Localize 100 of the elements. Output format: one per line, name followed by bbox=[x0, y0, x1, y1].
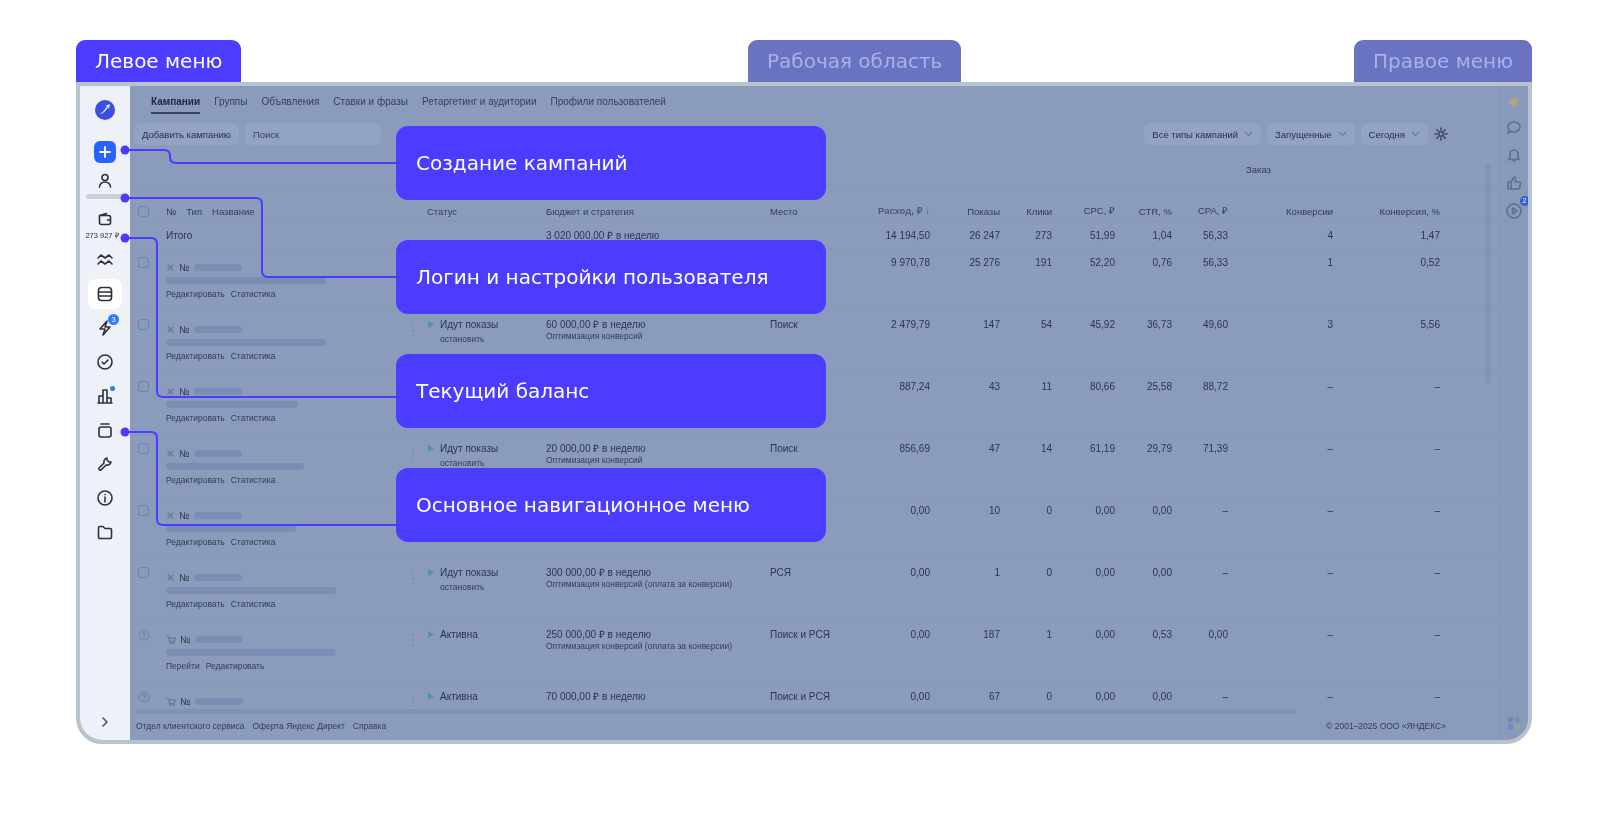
row-link[interactable]: Редактировать bbox=[166, 475, 225, 485]
right-menu-item[interactable] bbox=[1504, 202, 1523, 220]
column-header[interactable]: Место bbox=[770, 206, 798, 217]
column-header[interactable]: Конверсия, % bbox=[1379, 206, 1440, 217]
filter-dropdown[interactable]: Сегодня bbox=[1360, 123, 1428, 145]
row-checkbox[interactable] bbox=[138, 567, 149, 578]
tab[interactable]: Кампании bbox=[151, 90, 201, 114]
row-checkbox[interactable] bbox=[138, 319, 149, 330]
table-icon bbox=[96, 285, 114, 303]
filter-dropdown[interactable]: Запущенные bbox=[1267, 123, 1355, 145]
table-cell: 856,69 bbox=[899, 443, 930, 454]
wallet-icon[interactable] bbox=[97, 211, 113, 227]
column-header[interactable]: Расход, ₽ ↓ bbox=[877, 204, 930, 217]
stop-link[interactable]: остановить bbox=[440, 458, 485, 469]
column-header[interactable]: Бюджет и стратегия bbox=[546, 206, 634, 217]
table-cell: 26 247 bbox=[969, 229, 1000, 241]
row-link[interactable]: Редактировать bbox=[166, 599, 225, 609]
table-cell: – bbox=[1434, 691, 1440, 702]
chevron-down-icon bbox=[1411, 131, 1420, 137]
play-status-icon bbox=[427, 320, 435, 329]
tab[interactable]: Профили пользователей bbox=[550, 90, 666, 114]
placement-text: Поиск bbox=[770, 443, 798, 454]
table-cell: 10 bbox=[988, 505, 1000, 516]
column-header[interactable]: № bbox=[166, 206, 177, 217]
select-all-checkbox[interactable] bbox=[138, 206, 149, 217]
table-cell: 0 bbox=[1046, 505, 1052, 516]
column-header[interactable]: CTR, % bbox=[1138, 206, 1172, 217]
footer-link[interactable]: Отдел клиентского сервиса bbox=[136, 721, 245, 731]
column-header[interactable]: Название bbox=[212, 206, 255, 217]
placement-text: Поиск и РСЯ bbox=[770, 629, 830, 640]
tab[interactable]: Объявления bbox=[261, 90, 320, 114]
logo-icon[interactable] bbox=[95, 100, 115, 120]
table-cell: 0 bbox=[1046, 691, 1052, 702]
row-link[interactable]: Статистика bbox=[230, 475, 276, 485]
row-link[interactable]: Статистика bbox=[230, 413, 276, 423]
row-link[interactable]: Редактировать bbox=[166, 289, 225, 299]
row-checkbox[interactable] bbox=[138, 443, 149, 454]
column-header[interactable]: Конверсии bbox=[1286, 206, 1333, 217]
status-text: Идут показы bbox=[440, 567, 499, 578]
apps-icon[interactable] bbox=[1506, 716, 1521, 730]
budget-text: 3 020 000,00 ₽ в неделю bbox=[546, 229, 660, 242]
table-cell: 71,39 bbox=[1202, 443, 1228, 454]
table-cell: – bbox=[1434, 381, 1440, 392]
row-link[interactable]: Статистика bbox=[230, 599, 276, 609]
table-cell: 0,00 bbox=[910, 505, 930, 516]
user-icon[interactable] bbox=[97, 172, 113, 188]
row-link[interactable]: Редактировать bbox=[205, 661, 265, 671]
column-header[interactable]: CPA, ₽ bbox=[1197, 204, 1228, 217]
chevron-down-icon bbox=[1337, 131, 1347, 137]
total-label: Итого bbox=[166, 229, 193, 241]
table-cell: 0,00 bbox=[1152, 505, 1172, 516]
row-link[interactable]: Статистика bbox=[230, 289, 276, 299]
filter-dropdown[interactable]: Все типы кампаний bbox=[1144, 123, 1262, 145]
right-menu-item[interactable] bbox=[1504, 118, 1523, 136]
row-link[interactable]: Статистика bbox=[230, 351, 276, 361]
campaign-number: № bbox=[179, 447, 190, 459]
campaign-number: № bbox=[180, 695, 191, 707]
create-button[interactable] bbox=[94, 141, 116, 163]
row-link[interactable]: Редактировать bbox=[166, 351, 225, 361]
tab[interactable]: Ставки и фразы bbox=[333, 90, 408, 114]
column-header[interactable]: Показы bbox=[967, 206, 1000, 217]
stop-link[interactable]: остановить bbox=[440, 334, 485, 345]
row-checkbox[interactable] bbox=[138, 257, 149, 268]
expand-icon[interactable] bbox=[100, 716, 110, 728]
row-link[interactable]: Редактировать bbox=[166, 537, 225, 547]
table-cell: 0,00 bbox=[1152, 567, 1172, 578]
placement-text: Поиск и РСЯ bbox=[770, 691, 830, 702]
table-cell: 0,00 bbox=[1208, 629, 1228, 640]
strategy-text: Оптимизация конверсий bbox=[546, 331, 643, 341]
footer-link[interactable]: Оферта Яндекс Директ bbox=[252, 721, 345, 731]
row-checkbox[interactable] bbox=[138, 505, 149, 516]
settings-icon[interactable] bbox=[1434, 127, 1448, 141]
row-link[interactable]: Редактировать bbox=[166, 413, 225, 423]
footer-link[interactable]: Справка bbox=[352, 721, 387, 731]
campaign-number: № bbox=[179, 385, 190, 397]
table-cell: 5,56 bbox=[1420, 319, 1440, 330]
table-cell: – bbox=[1327, 443, 1333, 454]
nav-item[interactable] bbox=[88, 279, 122, 309]
row-link[interactable]: Перейти bbox=[166, 661, 200, 671]
table-cell: 187 bbox=[983, 629, 1000, 640]
right-menu-item[interactable] bbox=[1504, 174, 1523, 192]
column-header[interactable]: Клики bbox=[1026, 206, 1052, 217]
row-link[interactable]: Статистика bbox=[230, 537, 276, 547]
row-checkbox[interactable] bbox=[138, 381, 149, 392]
tab[interactable]: Ретаргетинг и аудитории bbox=[422, 90, 537, 114]
column-header[interactable]: CPC, ₽ bbox=[1083, 204, 1115, 217]
table-cell: 11 bbox=[1041, 381, 1052, 392]
table-cell: – bbox=[1222, 505, 1228, 516]
table-cell: – bbox=[1327, 505, 1333, 516]
stop-link[interactable]: остановить bbox=[440, 582, 485, 593]
column-header[interactable]: Тип bbox=[186, 206, 203, 217]
table-cell: 0,00 bbox=[1095, 629, 1115, 640]
table-cell: – bbox=[1327, 691, 1333, 702]
add-campaign-button[interactable]: Добавить кампанию bbox=[134, 123, 239, 145]
table-cell: – bbox=[1327, 629, 1333, 640]
tab[interactable]: Группы bbox=[214, 90, 248, 114]
table-cell: – bbox=[1222, 691, 1228, 702]
search-field[interactable]: Поиск bbox=[244, 123, 381, 145]
table-cell: 36,73 bbox=[1146, 319, 1172, 330]
column-header[interactable]: Статус bbox=[427, 206, 458, 217]
